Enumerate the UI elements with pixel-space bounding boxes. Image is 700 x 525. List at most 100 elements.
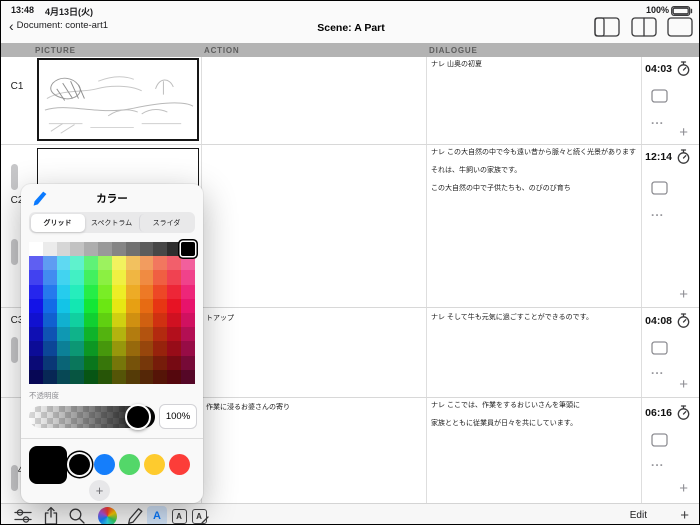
color-swatch[interactable] [112, 256, 126, 270]
share-icon[interactable] [41, 506, 61, 525]
color-swatch[interactable] [98, 285, 112, 299]
color-swatch[interactable] [98, 370, 112, 384]
color-swatch[interactable] [29, 270, 43, 284]
color-swatch[interactable] [84, 356, 98, 370]
color-swatch[interactable] [126, 356, 140, 370]
row-drag-handle[interactable] [11, 337, 18, 363]
row-drag-handle[interactable] [11, 164, 18, 190]
color-swatch[interactable] [153, 327, 167, 341]
color-swatch[interactable] [43, 370, 57, 384]
color-swatch[interactable] [112, 270, 126, 284]
color-swatch[interactable] [112, 285, 126, 299]
add-row-button[interactable]: + [679, 379, 688, 391]
color-swatch[interactable] [84, 341, 98, 355]
color-swatch[interactable] [57, 242, 71, 256]
color-swatch[interactable] [57, 370, 71, 384]
color-swatch[interactable] [167, 327, 181, 341]
duration-c3[interactable]: 04:08 [645, 313, 691, 329]
color-swatch[interactable] [70, 313, 84, 327]
color-swatch[interactable] [153, 313, 167, 327]
color-swatch[interactable] [57, 341, 71, 355]
current-color-swatch[interactable] [29, 446, 67, 484]
duration-c2[interactable]: 12:14 [645, 149, 691, 165]
add-row-button[interactable]: + [679, 483, 688, 495]
color-swatch[interactable] [112, 242, 126, 256]
color-swatch[interactable] [153, 370, 167, 384]
row-drag-handle[interactable] [11, 465, 18, 491]
duration-c1[interactable]: 04:03 [645, 61, 691, 77]
color-swatch[interactable] [112, 370, 126, 384]
color-swatch[interactable] [167, 270, 181, 284]
color-swatch[interactable] [126, 242, 140, 256]
color-swatch[interactable] [98, 327, 112, 341]
color-swatch[interactable] [70, 299, 84, 313]
color-swatch[interactable] [84, 299, 98, 313]
frame-layout-icon[interactable] [651, 89, 668, 103]
color-swatch[interactable] [181, 327, 195, 341]
color-swatch[interactable] [84, 327, 98, 341]
color-swatch[interactable] [98, 341, 112, 355]
color-swatch[interactable] [43, 356, 57, 370]
color-swatch[interactable] [84, 256, 98, 270]
add-row-button[interactable]: + [679, 127, 688, 139]
color-swatch[interactable] [126, 341, 140, 355]
color-swatch[interactable] [98, 356, 112, 370]
color-swatch[interactable] [140, 285, 154, 299]
color-swatch[interactable] [29, 242, 43, 256]
color-swatch[interactable] [57, 356, 71, 370]
color-swatch[interactable] [70, 327, 84, 341]
color-swatch[interactable] [43, 242, 57, 256]
color-swatch[interactable] [98, 242, 112, 256]
color-swatch[interactable] [112, 313, 126, 327]
color-swatch[interactable] [29, 370, 43, 384]
storyboard-picture-c1[interactable] [37, 58, 199, 141]
color-swatch[interactable] [140, 313, 154, 327]
layout-two-pane-icon[interactable] [631, 17, 657, 37]
color-swatch[interactable] [57, 270, 71, 284]
color-swatch[interactable] [84, 313, 98, 327]
row-drag-handle[interactable] [11, 239, 18, 265]
row-more-button[interactable]: ... [651, 367, 664, 373]
color-swatch[interactable] [112, 327, 126, 341]
color-swatch[interactable] [153, 242, 167, 256]
color-swatch[interactable] [153, 285, 167, 299]
color-swatch[interactable] [29, 327, 43, 341]
color-swatch[interactable] [140, 341, 154, 355]
color-swatch[interactable] [181, 256, 195, 270]
color-swatch[interactable] [167, 256, 181, 270]
color-swatch[interactable] [167, 313, 181, 327]
color-swatch[interactable] [153, 270, 167, 284]
layout-split-view-icon[interactable] [594, 17, 620, 37]
color-swatch[interactable] [29, 341, 43, 355]
color-swatch[interactable] [70, 356, 84, 370]
color-swatch[interactable] [181, 313, 195, 327]
color-swatch[interactable] [70, 285, 84, 299]
color-swatch[interactable] [140, 370, 154, 384]
color-swatch[interactable] [140, 242, 154, 256]
color-swatch[interactable] [181, 242, 195, 256]
frame-layout-icon[interactable] [651, 433, 668, 447]
color-swatch[interactable] [43, 285, 57, 299]
color-swatch[interactable] [126, 370, 140, 384]
duration-c4[interactable]: 06:16 [645, 405, 691, 421]
color-swatch[interactable] [57, 299, 71, 313]
add-row-button[interactable]: + [679, 289, 688, 301]
color-swatch[interactable] [70, 341, 84, 355]
color-swatch[interactable] [29, 313, 43, 327]
color-swatch[interactable] [153, 356, 167, 370]
toolbar-add-button[interactable]: + [680, 507, 689, 524]
text-frame-tool-icon[interactable]: A [169, 506, 189, 525]
color-swatch[interactable] [167, 356, 181, 370]
text-frame-pen-tool-icon[interactable]: A [189, 506, 209, 525]
row-more-button[interactable]: ... [651, 459, 664, 465]
pen-tool-icon[interactable] [125, 506, 145, 525]
color-swatch[interactable] [153, 299, 167, 313]
color-wheel-icon[interactable] [97, 506, 117, 525]
color-swatch[interactable] [57, 256, 71, 270]
color-swatch[interactable] [29, 299, 43, 313]
color-swatch[interactable] [126, 327, 140, 341]
color-swatch[interactable] [126, 285, 140, 299]
color-swatch[interactable] [43, 341, 57, 355]
color-swatch[interactable] [98, 313, 112, 327]
color-swatch[interactable] [112, 356, 126, 370]
